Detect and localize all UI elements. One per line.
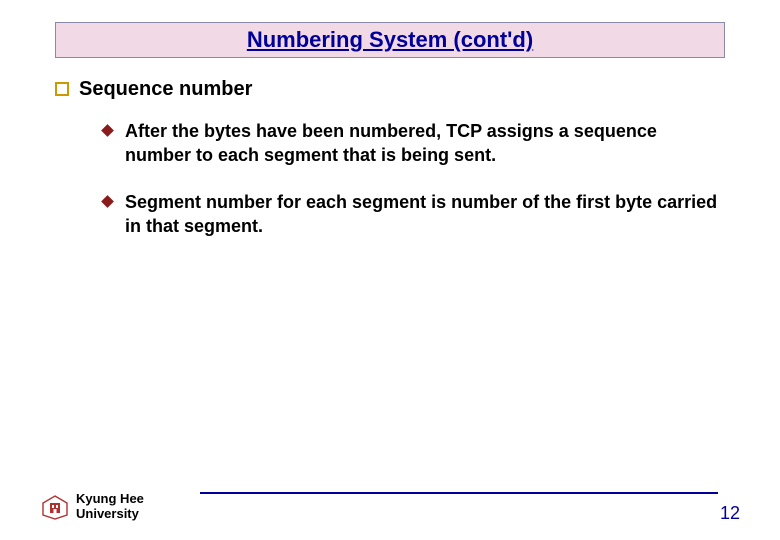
bullet-list: After the bytes have been numbered, TCP … — [103, 119, 725, 238]
list-item: After the bytes have been numbered, TCP … — [103, 119, 725, 168]
content-area: Sequence number After the bytes have bee… — [55, 78, 725, 260]
slide-title: Numbering System (cont'd) — [247, 27, 533, 53]
diamond-bullet-icon — [101, 124, 114, 137]
title-band: Numbering System (cont'd) — [55, 22, 725, 58]
page-number: 12 — [720, 503, 740, 524]
section-heading: Sequence number — [79, 78, 252, 101]
bullet-text: Segment number for each segment is numbe… — [125, 190, 725, 239]
university-crest-icon — [40, 494, 70, 520]
diamond-bullet-icon — [101, 195, 114, 208]
university-logo-block: Kyung Hee University — [40, 492, 144, 522]
section-heading-row: Sequence number — [55, 78, 725, 101]
square-bullet-icon — [55, 82, 69, 96]
footer-divider — [200, 492, 718, 494]
university-name-line1: Kyung Hee — [76, 492, 144, 507]
university-name-line2: University — [76, 507, 144, 522]
university-name: Kyung Hee University — [76, 492, 144, 522]
list-item: Segment number for each segment is numbe… — [103, 190, 725, 239]
bullet-text: After the bytes have been numbered, TCP … — [125, 119, 725, 168]
slide-footer: Kyung Hee University 12 — [0, 474, 780, 522]
